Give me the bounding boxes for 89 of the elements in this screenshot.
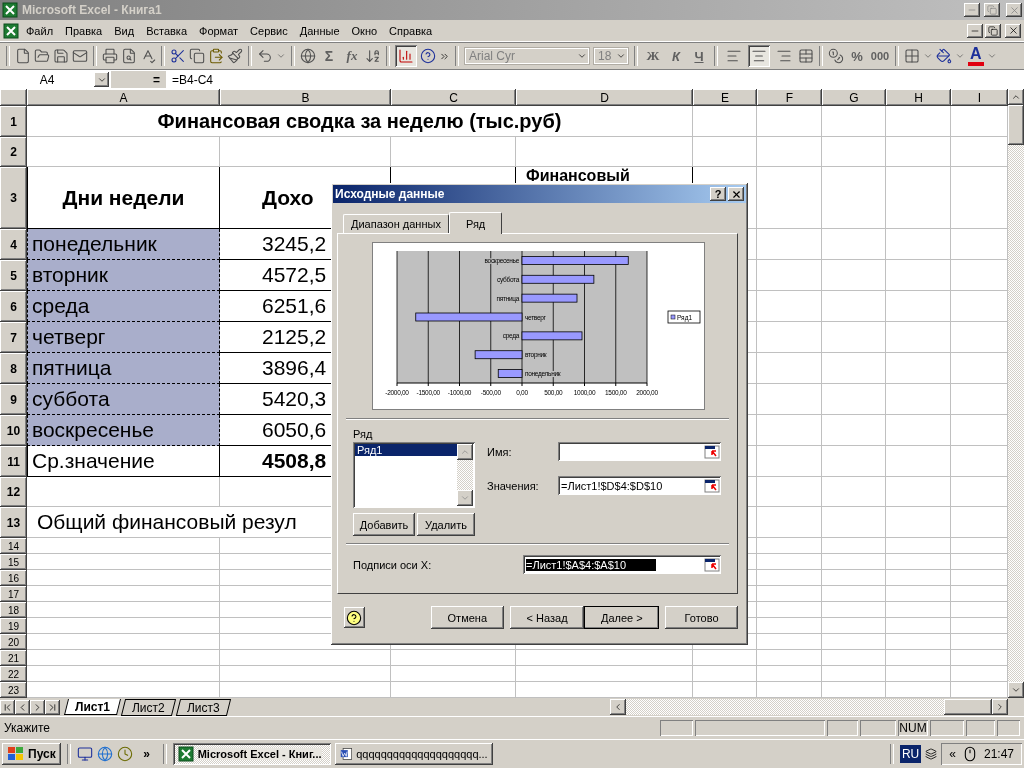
- field-label: Значения:: [487, 479, 539, 492]
- row-header[interactable]: 1: [0, 106, 27, 137]
- column-header[interactable]: F: [757, 89, 822, 106]
- row-header[interactable]: 11: [0, 446, 27, 477]
- tab[interactable]: Ряд: [448, 212, 503, 234]
- dialog-button[interactable]: Добавить: [353, 513, 415, 536]
- status-text: Укажите: [4, 721, 52, 735]
- percent-button[interactable]: %: [847, 48, 867, 64]
- column-header[interactable]: E: [693, 89, 757, 106]
- column-header[interactable]: I: [951, 89, 1008, 106]
- row-header[interactable]: 8: [0, 353, 27, 384]
- sheet-tab[interactable]: Лист2: [120, 698, 176, 716]
- underline-button[interactable]: Ч: [689, 48, 709, 64]
- thousands-button[interactable]: 000: [870, 50, 890, 62]
- menu-item[interactable]: Правка: [60, 22, 108, 39]
- row-header[interactable]: 22: [0, 666, 27, 682]
- field-label: Ряд: [353, 428, 374, 440]
- list-item[interactable]: Ряд1: [355, 444, 457, 456]
- column-header[interactable]: B: [220, 89, 391, 106]
- input-field[interactable]: =Лист1!$A$4:$A$10: [523, 555, 721, 574]
- sheet-tab[interactable]: Лист1: [64, 699, 122, 715]
- clock: 21:47: [983, 747, 1014, 761]
- row-header[interactable]: 17: [0, 586, 27, 602]
- row-header[interactable]: 13: [0, 507, 27, 538]
- menu-item[interactable]: Вид: [109, 22, 140, 39]
- menu-item[interactable]: Вставка: [141, 22, 192, 39]
- row-header[interactable]: 18: [0, 602, 27, 618]
- row-header[interactable]: 20: [0, 634, 27, 650]
- selected-cell[interactable]: вторник: [27, 260, 220, 291]
- formula-field[interactable]: =B4-C4: [166, 72, 214, 87]
- help-button[interactable]: ?: [710, 187, 726, 201]
- column-header[interactable]: D: [516, 89, 693, 106]
- tab[interactable]: Диапазон данных: [343, 214, 449, 233]
- field-label: Имя:: [487, 445, 512, 458]
- row-header[interactable]: 10: [0, 415, 27, 446]
- row-header[interactable]: 6: [0, 291, 27, 322]
- row-header[interactable]: 2: [0, 137, 27, 167]
- window-title: Microsoft Excel - Книга1: [22, 3, 163, 17]
- bold-button[interactable]: Ж: [643, 48, 663, 64]
- row-header[interactable]: 7: [0, 322, 27, 353]
- row-header[interactable]: 19: [0, 618, 27, 634]
- start-button[interactable]: Пуск: [2, 743, 61, 765]
- dialog-button[interactable]: Отмена: [430, 606, 504, 629]
- field-label: Подписи оси X:: [353, 558, 432, 571]
- table-cell[interactable]: Ср.значение: [27, 446, 220, 477]
- series-list[interactable]: Ряд1: [353, 442, 475, 508]
- menu-item[interactable]: Файл: [21, 22, 59, 39]
- menu-item[interactable]: Формат: [194, 22, 244, 39]
- column-header[interactable]: A: [27, 89, 220, 106]
- selected-cell[interactable]: суббота: [27, 384, 220, 415]
- dialog-button[interactable]: < Назад: [509, 606, 585, 629]
- dialog-button[interactable]: Готово: [665, 606, 738, 629]
- column-header[interactable]: G: [822, 89, 886, 106]
- dialog-button[interactable]: Удалить: [417, 513, 475, 536]
- row-header[interactable]: 3: [0, 167, 27, 229]
- row-header[interactable]: 9: [0, 384, 27, 415]
- row-header[interactable]: 14: [0, 538, 27, 554]
- menu-item[interactable]: Сервис: [245, 22, 293, 39]
- row-header[interactable]: 15: [0, 554, 27, 570]
- sheet-tab[interactable]: Лист3: [175, 698, 231, 716]
- menu-item[interactable]: Окно: [346, 22, 383, 39]
- sheet-title[interactable]: Финансовая сводка за неделю (тыс.руб): [27, 106, 693, 137]
- row-header[interactable]: 16: [0, 570, 27, 586]
- selected-cell[interactable]: понедельник: [27, 229, 220, 260]
- column-header[interactable]: H: [886, 89, 951, 106]
- status-indicator: NUM: [898, 720, 928, 736]
- row-header[interactable]: 5: [0, 260, 27, 291]
- row-header[interactable]: 4: [0, 229, 27, 260]
- edit-formula-button[interactable]: =: [111, 71, 166, 88]
- row-header[interactable]: 12: [0, 477, 27, 507]
- more-button[interactable]: »: [136, 747, 157, 761]
- sum-button[interactable]: Σ: [319, 48, 339, 64]
- column-header[interactable]: C: [391, 89, 516, 106]
- row-header[interactable]: 23: [0, 682, 27, 698]
- menu-item[interactable]: Данные: [294, 22, 345, 39]
- dialog-button[interactable]: Далее >: [584, 606, 660, 629]
- menu-item[interactable]: Справка: [384, 22, 438, 39]
- function-button[interactable]: fx: [342, 48, 362, 64]
- row-header[interactable]: 21: [0, 650, 27, 666]
- input-field[interactable]: =Лист1!$D$4:$D$10: [558, 476, 721, 495]
- taskbar-button[interactable]: qqqqqqqqqqqqqqqqqqqq...: [334, 743, 493, 765]
- taskbar-button[interactable]: Microsoft Excel - Книг...: [172, 743, 331, 765]
- selected-cell[interactable]: воскресенье: [27, 415, 220, 446]
- selected-cell[interactable]: среда: [27, 291, 220, 322]
- expand-tray-button[interactable]: «: [949, 747, 956, 761]
- italic-button[interactable]: К: [666, 48, 686, 64]
- selected-cell[interactable]: четверг: [27, 322, 220, 353]
- language-indicator[interactable]: RU: [899, 745, 922, 763]
- selected-cell[interactable]: пятница: [27, 353, 220, 384]
